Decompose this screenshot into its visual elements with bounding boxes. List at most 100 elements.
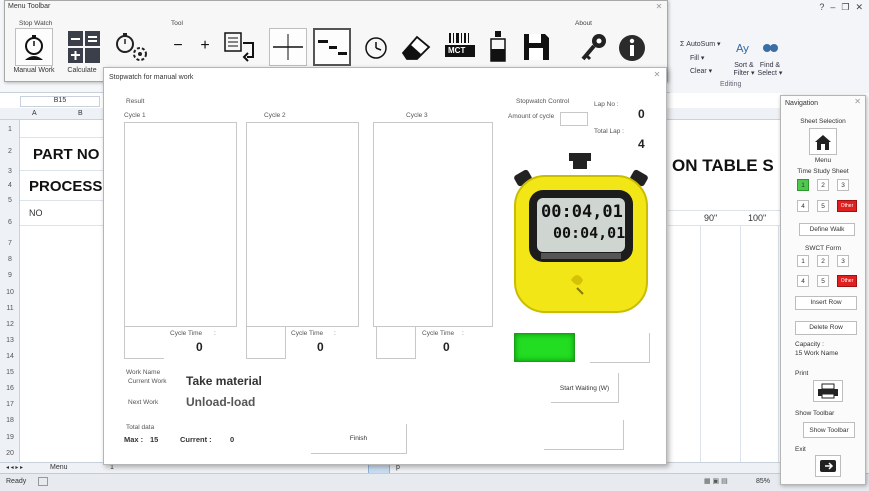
sheet-tab-menu[interactable]: Menu [50, 464, 68, 471]
stopwatch-graphic[interactable]: 00:04,01 00:04,01 [507, 150, 657, 315]
ts-sheet-1-button[interactable]: 1 [797, 179, 809, 191]
exit-button[interactable] [815, 455, 841, 477]
amount-of-cycle-input[interactable] [560, 112, 588, 126]
menu-home-button[interactable] [809, 128, 837, 155]
show-toolbar-button[interactable]: Show Toolbar [803, 422, 855, 438]
swct-3-button[interactable]: 3 [837, 255, 849, 267]
row-header-10[interactable]: 10 [0, 289, 20, 296]
row-header-8[interactable]: 8 [0, 256, 20, 263]
ts-other-button[interactable]: Other [837, 200, 857, 212]
stopwatch-settings-button[interactable] [113, 31, 149, 63]
name-box[interactable]: B15 [20, 96, 100, 107]
row-header-19[interactable]: 19 [0, 434, 20, 441]
start-waiting-button[interactable]: Start Waiting (W) [551, 373, 619, 403]
swct-2-button[interactable]: 2 [817, 255, 829, 267]
clock-button[interactable] [361, 33, 391, 63]
row-header-5[interactable]: 5 [0, 197, 20, 204]
calculate-button[interactable] [65, 28, 103, 66]
row-header-14[interactable]: 14 [0, 353, 20, 360]
grid-line [668, 210, 780, 211]
minus-button[interactable]: − [171, 37, 185, 57]
row-header-9[interactable]: 9 [0, 272, 20, 279]
swct-1-button[interactable]: 1 [797, 255, 809, 267]
find-select-label[interactable]: Find & Select ▾ [756, 62, 784, 77]
blank-button[interactable] [590, 333, 650, 363]
clear-button[interactable]: Clear ▾ [690, 67, 712, 75]
column-header-a[interactable]: A [32, 110, 37, 117]
close-icon[interactable]: ✕ [855, 2, 863, 13]
horizontal-line-icon [273, 34, 303, 60]
save-button[interactable] [521, 31, 551, 63]
minimize-icon[interactable]: – [830, 2, 835, 13]
autosum-button[interactable]: Σ AutoSum ▾ [680, 40, 721, 48]
cell-table-title[interactable]: ON TABLE S [672, 156, 774, 176]
manual-work-button[interactable] [15, 28, 53, 66]
cycle-2-list[interactable] [246, 122, 359, 327]
insert-row-button[interactable]: Insert Row [795, 296, 857, 310]
ts-sheet-5-button[interactable]: 5 [817, 200, 829, 212]
current-value: 0 [230, 435, 235, 444]
row-header-2[interactable]: 2 [0, 148, 20, 155]
steps-button[interactable] [313, 28, 351, 66]
delete-row-button[interactable]: Delete Row [795, 321, 857, 335]
row-header-17[interactable]: 17 [0, 401, 20, 408]
list-button[interactable] [221, 29, 261, 65]
cycle-1-label: Cycle 1 [124, 112, 146, 119]
key-button[interactable] [579, 31, 609, 63]
macro-record-icon[interactable] [38, 477, 48, 486]
dialog-close-icon[interactable]: ✕ [652, 70, 662, 80]
cell-100[interactable]: 100" [748, 213, 766, 223]
restore-icon[interactable]: ❐ [841, 2, 849, 13]
sheet-nav-arrows-icon[interactable]: ◂ ◂ ▸ ▸ [6, 464, 23, 471]
row-header-11[interactable]: 11 [0, 305, 20, 312]
ts-sheet-4-button[interactable]: 4 [797, 200, 809, 212]
info-button[interactable] [617, 33, 647, 63]
blank-button-2[interactable] [544, 420, 624, 450]
row-header-7[interactable]: 7 [0, 240, 20, 247]
ts-sheet-3-button[interactable]: 3 [837, 179, 849, 191]
print-button[interactable] [813, 380, 843, 402]
horizontal-line-button[interactable] [269, 28, 307, 66]
plus-button[interactable]: + [197, 37, 213, 57]
row-header-13[interactable]: 13 [0, 337, 20, 344]
zoom-level[interactable]: 85% [756, 478, 770, 485]
row-header-18[interactable]: 18 [0, 417, 20, 424]
row-header-15[interactable]: 15 [0, 369, 20, 376]
swct-other-button[interactable]: Other [837, 275, 857, 287]
bottle-button[interactable] [485, 29, 513, 65]
ts-sheet-2-button[interactable]: 2 [817, 179, 829, 191]
row-header-12[interactable]: 12 [0, 321, 20, 328]
find-select-icon[interactable] [760, 40, 780, 56]
swct-5-button[interactable]: 5 [817, 275, 829, 287]
bottle-icon [490, 31, 506, 62]
swct-4-button[interactable]: 4 [797, 275, 809, 287]
help-icon[interactable]: ? [819, 2, 824, 13]
cell-process[interactable]: PROCESS [29, 178, 102, 195]
fill-button[interactable]: Fill ▾ [690, 54, 704, 62]
cell-part-no[interactable]: PART NO [33, 146, 99, 163]
eraser-button[interactable] [399, 31, 433, 63]
cycle-3-list[interactable] [373, 122, 493, 327]
mct-button[interactable]: MCT [443, 31, 477, 61]
finish-button[interactable]: Finish [311, 424, 407, 454]
cycle-1-time-value: 0 [196, 340, 203, 354]
cycle-1-list[interactable] [124, 122, 237, 327]
work-name-label: Work Name [126, 369, 161, 376]
cell-no[interactable]: NO [29, 208, 43, 218]
row-header-3[interactable]: 3 [0, 168, 20, 175]
define-walk-button[interactable]: Define Walk [799, 223, 855, 236]
row-header-6[interactable]: 6 [0, 219, 20, 226]
toolbar-close-icon[interactable]: ✕ [654, 2, 664, 11]
start-button[interactable] [514, 333, 575, 362]
row-header-1[interactable]: 1 [0, 126, 20, 133]
sort-filter-label[interactable]: Sort & Filter ▾ [730, 62, 758, 77]
navigation-close-icon[interactable]: ✕ [854, 97, 861, 106]
view-buttons-icon[interactable]: ▦ ▣ ▤ [704, 477, 728, 485]
row-header-4[interactable]: 4 [0, 182, 20, 189]
sort-filter-icon[interactable]: Ay [734, 40, 754, 56]
cell-90[interactable]: 90" [704, 213, 717, 223]
column-header-b[interactable]: B [78, 110, 83, 117]
row-header-20[interactable]: 20 [0, 450, 20, 457]
sheet-tab-right[interactable]: p [396, 464, 400, 471]
row-header-16[interactable]: 16 [0, 385, 20, 392]
